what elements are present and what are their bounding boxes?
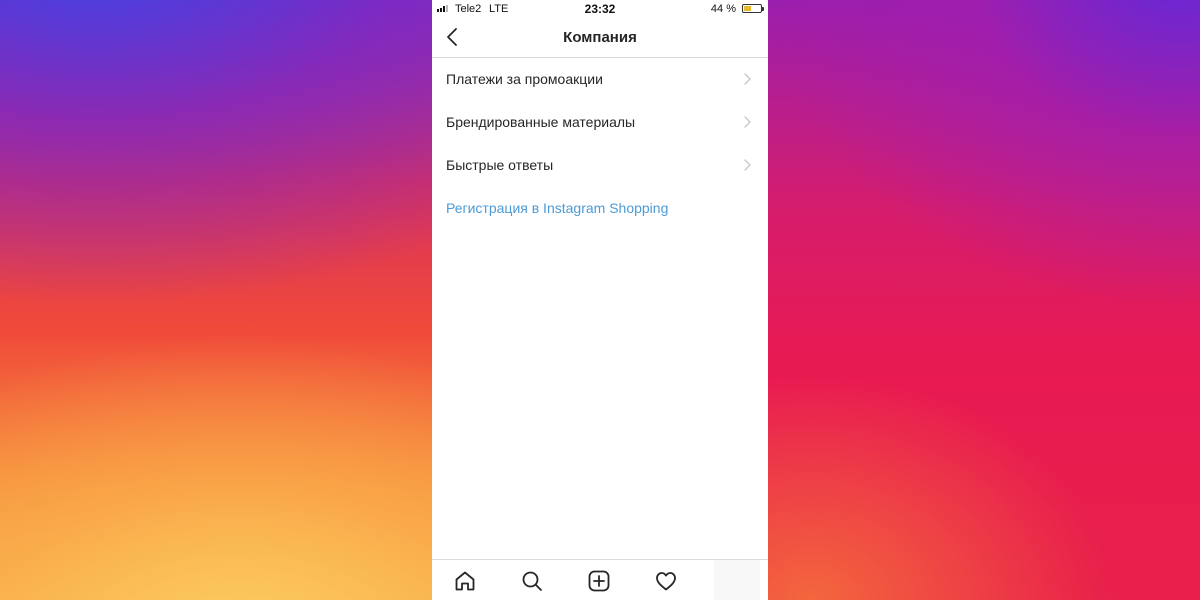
chevron-right-icon: [744, 159, 751, 171]
menu-item-label: Платежи за промоакции: [446, 71, 603, 87]
gradient-background-right: [768, 0, 1200, 600]
home-icon: [455, 571, 475, 591]
heart-icon: [656, 572, 676, 591]
navigation-bar: Компания: [432, 18, 768, 58]
chevron-right-icon: [744, 73, 751, 85]
menu-item-quick-replies[interactable]: Быстрые ответы: [432, 144, 768, 187]
battery-fill: [744, 6, 751, 11]
tab-add-post[interactable]: [586, 568, 612, 594]
tab-profile[interactable]: [714, 560, 760, 600]
search-icon: [522, 571, 542, 591]
page-title: Компания: [563, 29, 637, 46]
settings-menu: Платежи за промоакции Брендированные мат…: [432, 58, 768, 230]
menu-item-label: Брендированные материалы: [446, 114, 636, 130]
menu-item-promo-payments[interactable]: Платежи за промоакции: [432, 58, 768, 101]
chevron-right-icon: [744, 116, 751, 128]
menu-link-label: Регистрация в Instagram Shopping: [446, 200, 669, 216]
phone-screen: Tele2 LTE 23:32 44 % Компания Платежи за…: [432, 0, 768, 600]
menu-item-branded-content[interactable]: Брендированные материалы: [432, 101, 768, 144]
instagram-shopping-signup-link[interactable]: Регистрация в Instagram Shopping: [432, 187, 768, 230]
tab-activity[interactable]: [653, 568, 679, 594]
status-bar: Tele2 LTE 23:32 44 %: [432, 0, 768, 18]
add-post-icon: [588, 570, 610, 592]
tab-home[interactable]: [452, 568, 478, 594]
tab-bar: [432, 559, 768, 600]
battery-percent: 44 %: [710, 3, 736, 15]
menu-item-label: Быстрые ответы: [446, 157, 554, 173]
tab-search[interactable]: [519, 568, 545, 594]
battery-icon: [742, 4, 764, 13]
